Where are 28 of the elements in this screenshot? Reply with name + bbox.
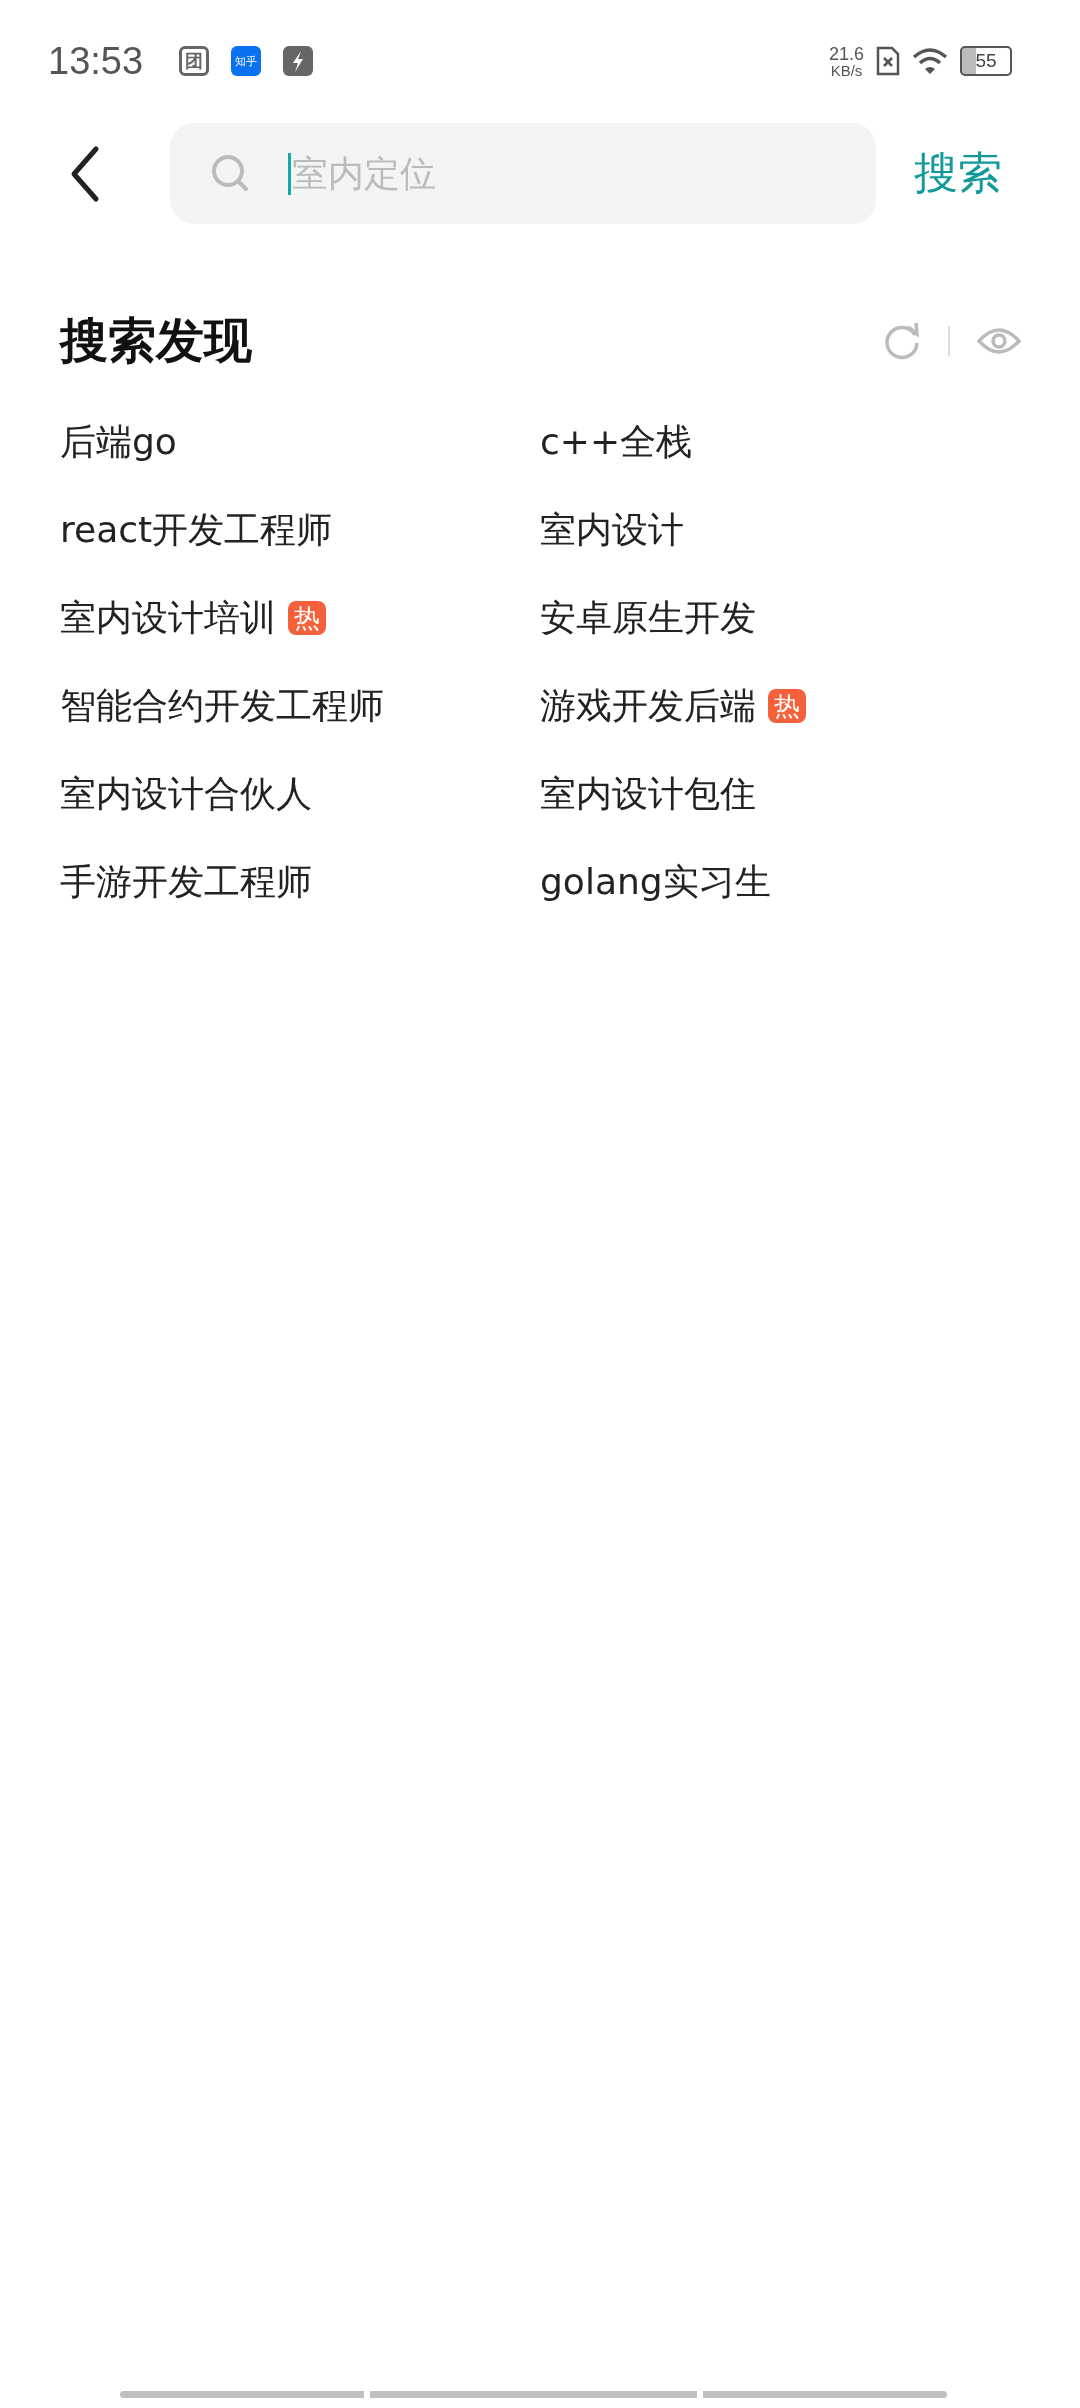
refresh-icon[interactable] — [882, 321, 922, 361]
search-suggestion[interactable]: react开发工程师 — [60, 505, 333, 555]
search-suggestion[interactable]: 手游开发工程师 — [60, 857, 312, 907]
app-notification-icon: 知乎 — [231, 46, 262, 76]
search-suggestion[interactable]: 室内设计 — [540, 505, 684, 555]
wifi-icon — [912, 47, 948, 75]
search-suggestion[interactable]: 室内设计合伙人 — [60, 769, 312, 819]
search-suggestion[interactable]: 室内设计包住 — [540, 769, 756, 819]
search-suggestion[interactable]: 安卓原生开发 — [540, 593, 756, 643]
app-notification-icon: 团 — [179, 46, 210, 76]
hot-badge: 热 — [288, 601, 326, 635]
battery-level: 55 — [975, 50, 997, 72]
search-field[interactable]: 室内定位 — [170, 123, 876, 224]
search-suggestion[interactable]: golang实习生 — [540, 857, 771, 907]
search-icon — [210, 153, 250, 193]
clock-time: 13:53 — [48, 39, 144, 83]
search-suggestion[interactable]: 智能合约开发工程师 — [60, 681, 384, 731]
speed-unit: KB/s — [830, 62, 863, 78]
network-speed: 21.6 — [828, 44, 864, 63]
search-suggestion[interactable]: 室内设计培训 — [60, 593, 276, 643]
search-suggestion[interactable]: c++全栈 — [540, 417, 693, 467]
no-sim-icon — [876, 46, 900, 76]
hot-badge: 热 — [768, 689, 806, 723]
search-suggestion[interactable]: 游戏开发后端 — [540, 681, 756, 731]
section-title: 搜索发现 — [60, 311, 252, 370]
text-cursor — [288, 153, 291, 195]
search-suggestion[interactable]: 后端go — [60, 417, 177, 467]
bolt-icon — [283, 46, 314, 76]
